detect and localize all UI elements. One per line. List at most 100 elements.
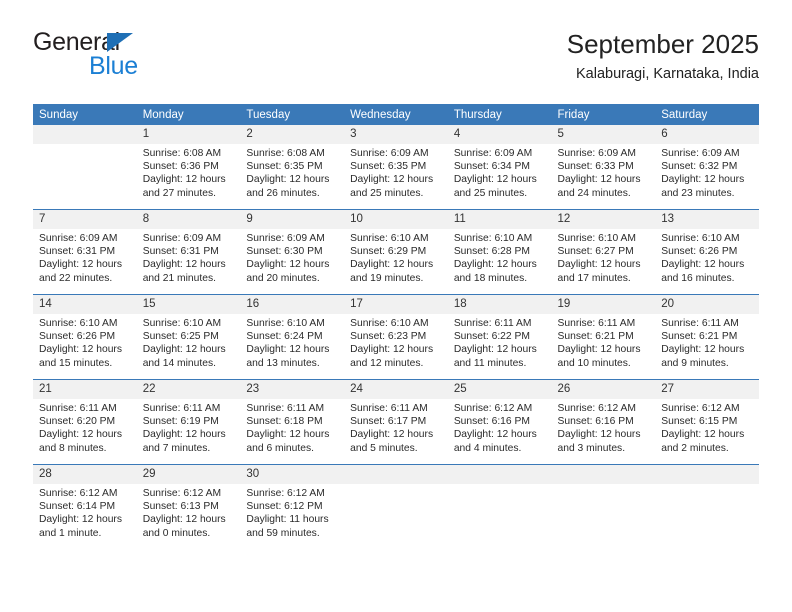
calendar-day[interactable]: 10 Sunrise: 6:10 AM Sunset: 6:29 PM Dayligh… [344,210,448,294]
daylight-line-1: Daylight: 12 hours [246,259,330,271]
daylight-line-1: Daylight: 12 hours [661,174,745,186]
calendar-cell: 16 Sunrise: 6:10 AM Sunset: 6:24 PM Dayligh… [240,294,345,380]
calendar-day[interactable]: 7 Sunrise: 6:09 AM Sunset: 6:31 PM Daylight… [33,210,137,294]
day-number: 13 [655,210,759,229]
sunset-line: Sunset: 6:14 PM [39,501,116,513]
day-number: 12 [551,210,656,229]
day-sun-info: Sunrise: 6:09 AM Sunset: 6:33 PM Daylight:… [552,144,656,200]
sunrise-line: Sunrise: 6:08 AM [142,148,222,159]
calendar-day-empty [344,465,448,549]
weekday-header: Sunday Monday Tuesday Wednesday Thursday Frid… [33,104,759,125]
daylight-line-2: and 6 minutes. [246,442,314,454]
calendar-day[interactable]: 23 Sunrise: 6:11 AM Sunset: 6:18 PM Dayligh… [240,380,345,464]
day-number: 28 [33,465,137,484]
calendar-day[interactable]: 9 Sunrise: 6:09 AM Sunset: 6:30 PM Daylight… [240,210,345,294]
calendar-day-empty [33,125,137,209]
page-header: General Blue September 2025 Kalaburagi, … [33,28,759,98]
sunset-line: Sunset: 6:29 PM [350,246,427,258]
calendar-day[interactable]: 20 Sunrise: 6:11 AM Sunset: 6:21 PM Dayligh… [655,295,759,379]
calendar-day[interactable]: 11 Sunrise: 6:10 AM Sunset: 6:28 PM Dayligh… [447,210,552,294]
calendar-day[interactable]: 12 Sunrise: 6:10 AM Sunset: 6:27 PM Dayligh… [551,210,656,294]
daylight-line-2: and 26 minutes. [246,187,320,199]
daylight-line-1: Daylight: 12 hours [453,259,537,271]
day-number: 29 [136,465,241,484]
sunset-line: Sunset: 6:21 PM [557,331,634,343]
daylight-line-2: and 16 minutes. [661,272,735,284]
sunrise-line: Sunrise: 6:09 AM [246,233,325,244]
day-sun-info: Sunrise: 6:10 AM Sunset: 6:24 PM Daylight:… [240,314,344,370]
daylight-line-1: Daylight: 12 hours [39,514,122,526]
calendar-day[interactable]: 18 Sunrise: 6:11 AM Sunset: 6:22 PM Dayligh… [447,295,552,379]
calendar-day[interactable]: 8 Sunrise: 6:09 AM Sunset: 6:31 PM Daylight… [136,210,241,294]
sunrise-line: Sunrise: 6:08 AM [246,148,325,159]
daylight-line-1: Daylight: 12 hours [142,429,226,441]
calendar-day[interactable]: 21 Sunrise: 6:11 AM Sunset: 6:20 PM Dayligh… [33,380,137,464]
logo-triangle-icon [107,33,133,52]
calendar-day[interactable]: 30 Sunrise: 6:12 AM Sunset: 6:12 PM Dayligh… [240,465,345,549]
daylight-line-2: and 7 minutes. [142,442,211,454]
sunset-line: Sunset: 6:18 PM [246,416,323,428]
sunrise-line: Sunrise: 6:11 AM [39,403,117,414]
day-number [655,465,759,484]
logo-text-blue: Blue [89,52,138,80]
day-sun-info: Sunrise: 6:09 AM Sunset: 6:35 PM Daylight:… [344,144,448,200]
sunset-line: Sunset: 6:30 PM [246,246,323,258]
calendar-day-empty [551,465,656,549]
calendar-day[interactable]: 16 Sunrise: 6:10 AM Sunset: 6:24 PM Dayligh… [240,295,345,379]
calendar-day[interactable]: 17 Sunrise: 6:10 AM Sunset: 6:23 PM Dayligh… [344,295,448,379]
day-number: 9 [240,210,345,229]
daylight-line-1: Daylight: 12 hours [142,259,226,271]
sunset-line: Sunset: 6:13 PM [142,501,219,513]
daylight-line-1: Daylight: 12 hours [142,514,226,526]
day-number: 20 [655,295,759,314]
calendar-cell [344,464,448,549]
sunset-line: Sunset: 6:16 PM [453,416,530,428]
daylight-line-1: Daylight: 12 hours [453,174,537,186]
calendar-cell: 28 Sunrise: 6:12 AM Sunset: 6:14 PM Dayligh… [33,464,137,549]
calendar-day[interactable]: 26 Sunrise: 6:12 AM Sunset: 6:16 PM Dayligh… [551,380,656,464]
calendar-day[interactable]: 5 Sunrise: 6:09 AM Sunset: 6:33 PM Daylight… [551,125,656,209]
daylight-line-2: and 10 minutes. [557,357,631,369]
sunrise-line: Sunrise: 6:09 AM [142,233,222,244]
calendar-day[interactable]: 13 Sunrise: 6:10 AM Sunset: 6:26 PM Dayligh… [655,210,759,294]
calendar-day[interactable]: 4 Sunrise: 6:09 AM Sunset: 6:34 PM Daylight… [447,125,552,209]
sunrise-line: Sunrise: 6:10 AM [246,318,325,329]
calendar-cell [551,464,656,549]
calendar-day-empty [447,465,552,549]
calendar-cell: 19 Sunrise: 6:11 AM Sunset: 6:21 PM Dayligh… [551,294,656,380]
day-number: 15 [136,295,241,314]
calendar-day[interactable]: 6 Sunrise: 6:09 AM Sunset: 6:32 PM Daylight… [655,125,759,209]
calendar-day[interactable]: 15 Sunrise: 6:10 AM Sunset: 6:25 PM Dayligh… [136,295,241,379]
general-blue-logo[interactable]: General Blue [33,28,263,88]
calendar-day[interactable]: 2 Sunrise: 6:08 AM Sunset: 6:35 PM Daylight… [240,125,345,209]
calendar-day[interactable]: 22 Sunrise: 6:11 AM Sunset: 6:19 PM Dayligh… [136,380,241,464]
calendar-day[interactable]: 1 Sunrise: 6:08 AM Sunset: 6:36 PM Daylight… [136,125,241,209]
day-number: 21 [33,380,137,399]
sunset-line: Sunset: 6:15 PM [661,416,738,428]
calendar-day[interactable]: 14 Sunrise: 6:10 AM Sunset: 6:26 PM Dayligh… [33,295,137,379]
sunset-line: Sunset: 6:20 PM [39,416,116,428]
day-number: 25 [447,380,552,399]
calendar-day[interactable]: 3 Sunrise: 6:09 AM Sunset: 6:35 PM Daylight… [344,125,448,209]
day-number: 4 [447,125,552,144]
daylight-line-2: and 21 minutes. [142,272,216,284]
sunset-line: Sunset: 6:25 PM [142,331,219,343]
calendar-week-row: 14 Sunrise: 6:10 AM Sunset: 6:26 PM Dayligh… [33,294,759,380]
calendar-day[interactable]: 25 Sunrise: 6:12 AM Sunset: 6:16 PM Dayligh… [447,380,552,464]
day-number: 26 [551,380,656,399]
sunrise-line: Sunrise: 6:12 AM [142,488,222,499]
calendar-cell: 9 Sunrise: 6:09 AM Sunset: 6:30 PM Daylight… [240,209,345,295]
daylight-line-2: and 3 minutes. [557,442,626,454]
daylight-line-1: Daylight: 12 hours [557,429,641,441]
day-number: 17 [344,295,448,314]
day-number [551,465,656,484]
day-sun-info: Sunrise: 6:10 AM Sunset: 6:25 PM Daylight:… [137,314,241,370]
sunrise-line: Sunrise: 6:10 AM [39,318,118,329]
calendar-day[interactable]: 24 Sunrise: 6:11 AM Sunset: 6:17 PM Dayligh… [344,380,448,464]
calendar-day[interactable]: 27 Sunrise: 6:12 AM Sunset: 6:15 PM Dayligh… [655,380,759,464]
sunset-line: Sunset: 6:22 PM [453,331,530,343]
calendar-day[interactable]: 19 Sunrise: 6:11 AM Sunset: 6:21 PM Dayligh… [551,295,656,379]
calendar-day[interactable]: 28 Sunrise: 6:12 AM Sunset: 6:14 PM Dayligh… [33,465,137,549]
calendar-day[interactable]: 29 Sunrise: 6:12 AM Sunset: 6:13 PM Dayligh… [136,465,241,549]
day-number: 10 [344,210,448,229]
